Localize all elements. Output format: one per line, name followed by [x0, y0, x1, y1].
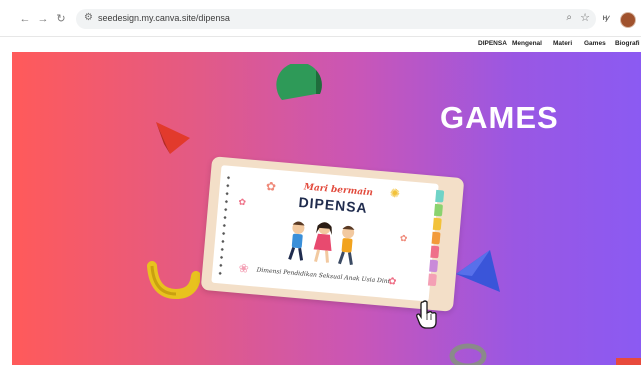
gray-ring-shape — [449, 343, 487, 365]
page-title: GAMES — [440, 100, 559, 135]
notebook-page: ✿ ✺ ✿ ✿ ❀ ✿ Mari bermain DIPENSA Dimensi… — [211, 165, 439, 302]
flower-icon: ✿ — [399, 232, 408, 244]
nav-item-dipensa[interactable]: DIPENSA — [478, 40, 507, 47]
yellow-arc-shape — [147, 261, 200, 300]
notebook-tab — [432, 217, 442, 231]
nav-item-games[interactable]: Games — [584, 40, 606, 47]
url-text: seedesign.my.canva.site/dipensa — [98, 13, 230, 23]
red-pyramid-shape — [156, 122, 190, 154]
back-icon[interactable]: ← — [18, 12, 32, 26]
notebook-tab — [433, 203, 443, 217]
bookmark-star-icon[interactable]: ☆ — [580, 11, 590, 24]
notebook-tab — [429, 259, 439, 273]
notebook-brand: DIPENSA — [297, 193, 369, 216]
notebook-tab — [430, 245, 440, 259]
children-illustration — [288, 221, 355, 265]
site-nav: DIPENSA Mengenal Materi Games Biografi — [0, 37, 641, 51]
green-half-circle-shape — [276, 64, 322, 100]
reload-icon[interactable]: ↻ — [54, 12, 68, 26]
hero-section: GAMES ✿ ✺ ✿ ✿ ❀ ✿ Mari bermain DIPENSA D… — [12, 52, 641, 365]
zoom-icon[interactable]: ⌕ — [566, 12, 572, 23]
notebook-tab — [427, 273, 437, 287]
forward-icon[interactable]: → — [36, 12, 50, 26]
games-notebook-card[interactable]: ✿ ✺ ✿ ✿ ❀ ✿ Mari bermain DIPENSA Dimensi… — [200, 156, 465, 312]
site-settings-icon[interactable]: ⚙ — [84, 12, 93, 23]
corner-block-shape — [616, 358, 641, 365]
extension-icon[interactable]: ᴴ∕ — [603, 14, 608, 24]
notebook-tab — [435, 189, 445, 203]
browser-toolbar: ← → ↻ ⚙ seedesign.my.canva.site/dipensa … — [0, 0, 641, 37]
flower-icon: ✿ — [265, 179, 277, 194]
flower-icon: ❀ — [238, 260, 250, 276]
hand-pointer-cursor-icon — [416, 300, 437, 329]
blue-pyramid-shape — [456, 250, 500, 292]
nav-item-mengenal[interactable]: Mengenal — [512, 40, 542, 47]
nav-item-biografi[interactable]: Biografi — [615, 40, 640, 47]
notebook-tab — [431, 231, 441, 245]
sun-icon: ✺ — [389, 185, 401, 201]
notebook-subtitle: Dimensi Pendidikan Seksual Anak Usia Din… — [256, 266, 390, 286]
flower-icon: ✿ — [238, 196, 247, 208]
profile-avatar[interactable] — [620, 12, 636, 28]
notebook-spiral — [217, 173, 231, 278]
address-bar[interactable]: ⚙ seedesign.my.canva.site/dipensa ⌕ ☆ — [76, 9, 596, 29]
nav-item-materi[interactable]: Materi — [553, 40, 572, 47]
